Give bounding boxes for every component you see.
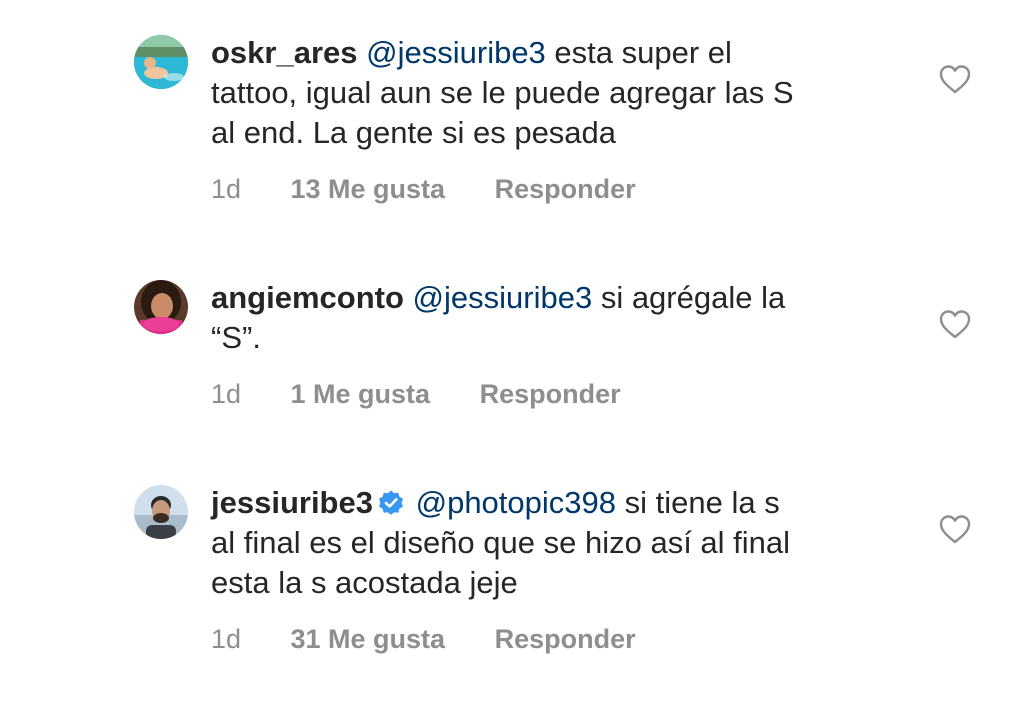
comment-text-line: “S”. [211,320,261,355]
comment-text-line: al end. La gente si es pesada [211,115,617,150]
comment-mention[interactable]: @jessiuribe3 [413,280,593,315]
comment-text-line: esta super el [545,35,732,70]
verified-badge-icon [378,490,403,515]
comment-text-line: si agrégale la [592,280,786,315]
comment-time: 1d [211,624,242,654]
comment-meta: 1d 1 Me gusta Responder [211,378,621,410]
comment-mention[interactable]: @jessiuribe3 [366,35,546,70]
reply-button[interactable]: Responder [495,174,636,204]
comment-text-line: esta la s acostada jeje [211,565,518,600]
comment-text: angiemconto @jessiuribe3 si agrégale la … [211,278,901,358]
comment-text: jessiuribe3 @photopic398 si tiene la s a… [211,483,901,603]
comment-likes-button[interactable]: 31 Me gusta [291,624,446,654]
heart-outline-icon[interactable] [938,63,972,95]
comment-meta: 1d 13 Me gusta Responder [211,173,636,205]
comment-username[interactable]: oskr_ares [211,35,358,70]
avatar[interactable] [134,280,188,334]
reply-button[interactable]: Responder [495,624,636,654]
avatar[interactable] [134,485,188,539]
comment-text-line: si tiene la s [616,485,780,520]
comment-mention[interactable]: @photopic398 [416,485,616,520]
comment-likes-button[interactable]: 1 Me gusta [291,379,431,409]
reply-button[interactable]: Responder [480,379,621,409]
comment-text-line: tattoo, igual aun se le puede agregar la… [211,75,794,110]
comment-username[interactable]: jessiuribe3 [211,485,373,520]
heart-outline-icon[interactable] [938,513,972,545]
avatar-image [134,485,188,539]
avatar-image [134,35,188,89]
avatar-image [134,280,188,334]
comment-text-line: al final es el diseño que se hizo así al… [211,525,791,560]
comment-username[interactable]: angiemconto [211,280,404,315]
comment-meta: 1d 31 Me gusta Responder [211,623,636,655]
heart-outline-icon[interactable] [938,308,972,340]
comment-time: 1d [211,379,242,409]
comment-time: 1d [211,174,242,204]
comment-text: oskr_ares @jessiuribe3 esta super el tat… [211,33,901,153]
avatar[interactable] [134,35,188,89]
comment-likes-button[interactable]: 13 Me gusta [291,174,446,204]
